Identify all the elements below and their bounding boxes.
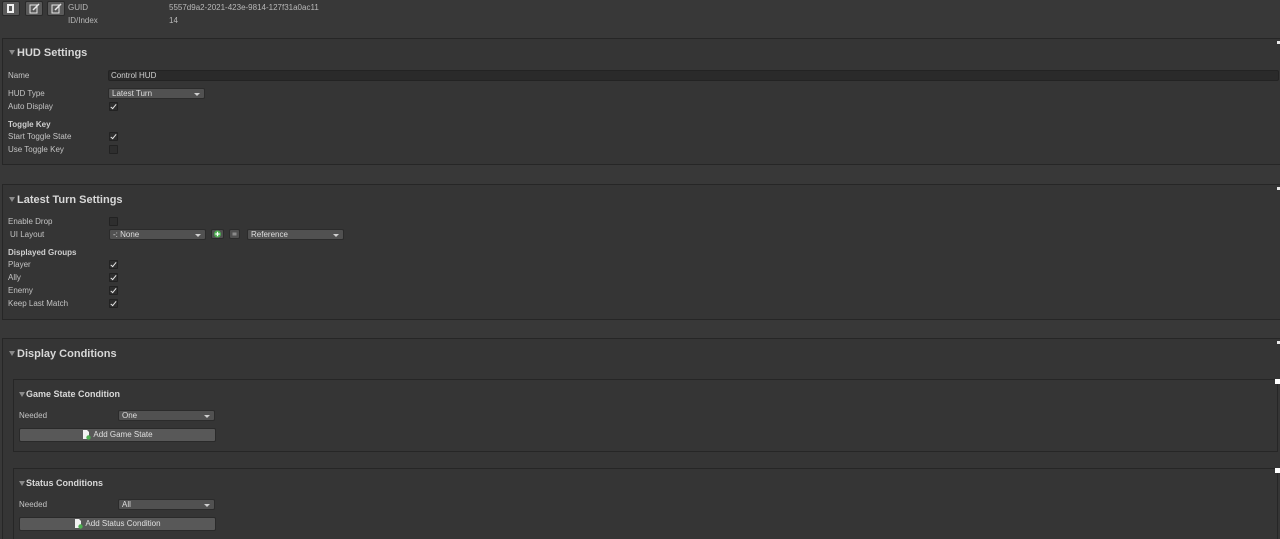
use-toggle-label: Use Toggle Key bbox=[8, 145, 64, 154]
keep-last-match-label: Keep Last Match bbox=[8, 299, 69, 308]
game-state-needed-value: One bbox=[122, 411, 138, 420]
status-needed-label: Needed bbox=[19, 500, 48, 509]
name-label: Name bbox=[8, 71, 30, 80]
foldout-arrow-icon[interactable] bbox=[19, 392, 25, 397]
reference-dropdown[interactable]: Reference bbox=[247, 229, 344, 240]
group-ally-checkbox[interactable] bbox=[109, 273, 118, 282]
edit-button[interactable] bbox=[25, 1, 43, 16]
foldout-arrow-icon[interactable] bbox=[9, 351, 15, 356]
group-player-label: Player bbox=[8, 260, 31, 269]
edit-icon bbox=[51, 3, 62, 14]
add-layout-button[interactable] bbox=[211, 229, 224, 239]
copy-button[interactable] bbox=[2, 1, 20, 16]
hud-settings-section: HUD Settings Name Control HUD HUD Type L… bbox=[2, 38, 1280, 165]
foldout-arrow-icon[interactable] bbox=[9, 197, 15, 202]
keep-last-match-checkbox[interactable] bbox=[109, 299, 118, 308]
add-file-icon bbox=[83, 429, 92, 440]
chevron-down-icon bbox=[204, 415, 210, 418]
add-status-condition-button[interactable]: Add Status Condition bbox=[19, 517, 216, 531]
start-toggle-label: Start Toggle State bbox=[8, 132, 72, 141]
ui-layout-label: UI Layout bbox=[10, 230, 45, 239]
copy-icon bbox=[7, 4, 14, 13]
group-player-checkbox[interactable] bbox=[109, 260, 118, 269]
index-value: 14 bbox=[169, 16, 178, 25]
hud-type-dropdown[interactable]: Latest Turn bbox=[108, 88, 205, 99]
remove-layout-button[interactable] bbox=[229, 229, 240, 239]
enable-drop-checkbox[interactable] bbox=[109, 217, 118, 226]
status-conditions-panel: Status Conditions Needed All Add Status … bbox=[13, 468, 1278, 539]
enable-drop-label: Enable Drop bbox=[8, 217, 53, 226]
foldout-arrow-icon[interactable] bbox=[9, 50, 15, 55]
add-icon bbox=[214, 230, 221, 238]
display-conditions-title: Display Conditions bbox=[17, 348, 117, 360]
foldout-arrow-icon[interactable] bbox=[19, 481, 25, 486]
hud-type-value: Latest Turn bbox=[112, 89, 153, 98]
name-field[interactable]: Control HUD bbox=[108, 70, 1279, 81]
add-status-condition-label: Add Status Condition bbox=[85, 519, 161, 528]
game-state-needed-dropdown[interactable]: One bbox=[118, 410, 215, 421]
group-enemy-checkbox[interactable] bbox=[109, 286, 118, 295]
latest-turn-title: Latest Turn Settings bbox=[17, 194, 123, 206]
displayed-groups-header: Displayed Groups bbox=[8, 248, 77, 257]
game-state-needed-label: Needed bbox=[19, 411, 48, 420]
chevron-down-icon bbox=[333, 234, 339, 237]
edit-icon bbox=[29, 3, 40, 14]
auto-display-checkbox[interactable] bbox=[109, 102, 118, 111]
chevron-down-icon bbox=[194, 93, 200, 96]
ui-layout-dropdown[interactable]: -: None bbox=[109, 229, 206, 240]
guid-value: 5557d9a2-2021-423e-9814-127f31a0ac11 bbox=[169, 3, 319, 12]
chevron-down-icon bbox=[204, 504, 210, 507]
game-state-title: Game State Condition bbox=[26, 389, 121, 399]
hud-settings-title: HUD Settings bbox=[17, 47, 88, 59]
hud-type-label: HUD Type bbox=[8, 89, 45, 98]
add-game-state-button[interactable]: Add Game State bbox=[19, 428, 216, 442]
minus-icon bbox=[232, 232, 237, 236]
use-toggle-checkbox[interactable] bbox=[109, 145, 118, 154]
group-ally-label: Ally bbox=[8, 273, 21, 282]
display-conditions-section: Display Conditions Game State Condition … bbox=[2, 338, 1280, 539]
start-toggle-checkbox[interactable] bbox=[109, 132, 118, 141]
add-file-icon bbox=[75, 518, 84, 529]
resize-handle[interactable] bbox=[1275, 379, 1280, 384]
edit-alt-button[interactable] bbox=[47, 1, 65, 16]
index-label: ID/Index bbox=[68, 16, 98, 25]
reference-value: Reference bbox=[251, 230, 288, 239]
chevron-down-icon bbox=[195, 234, 201, 237]
game-state-condition-panel: Game State Condition Needed One Add Game… bbox=[13, 379, 1278, 452]
status-conditions-title: Status Conditions bbox=[26, 478, 103, 488]
ui-layout-value: -: None bbox=[113, 230, 140, 239]
latest-turn-section: Latest Turn Settings Enable Drop UI Layo… bbox=[2, 184, 1280, 320]
group-enemy-label: Enemy bbox=[8, 286, 33, 295]
status-needed-dropdown[interactable]: All bbox=[118, 499, 215, 510]
status-needed-value: All bbox=[122, 500, 131, 509]
resize-handle[interactable] bbox=[1275, 468, 1280, 473]
add-game-state-label: Add Game State bbox=[93, 430, 153, 439]
auto-display-label: Auto Display bbox=[8, 102, 53, 111]
toggle-key-header: Toggle Key bbox=[8, 120, 51, 129]
guid-label: GUID bbox=[68, 3, 88, 12]
